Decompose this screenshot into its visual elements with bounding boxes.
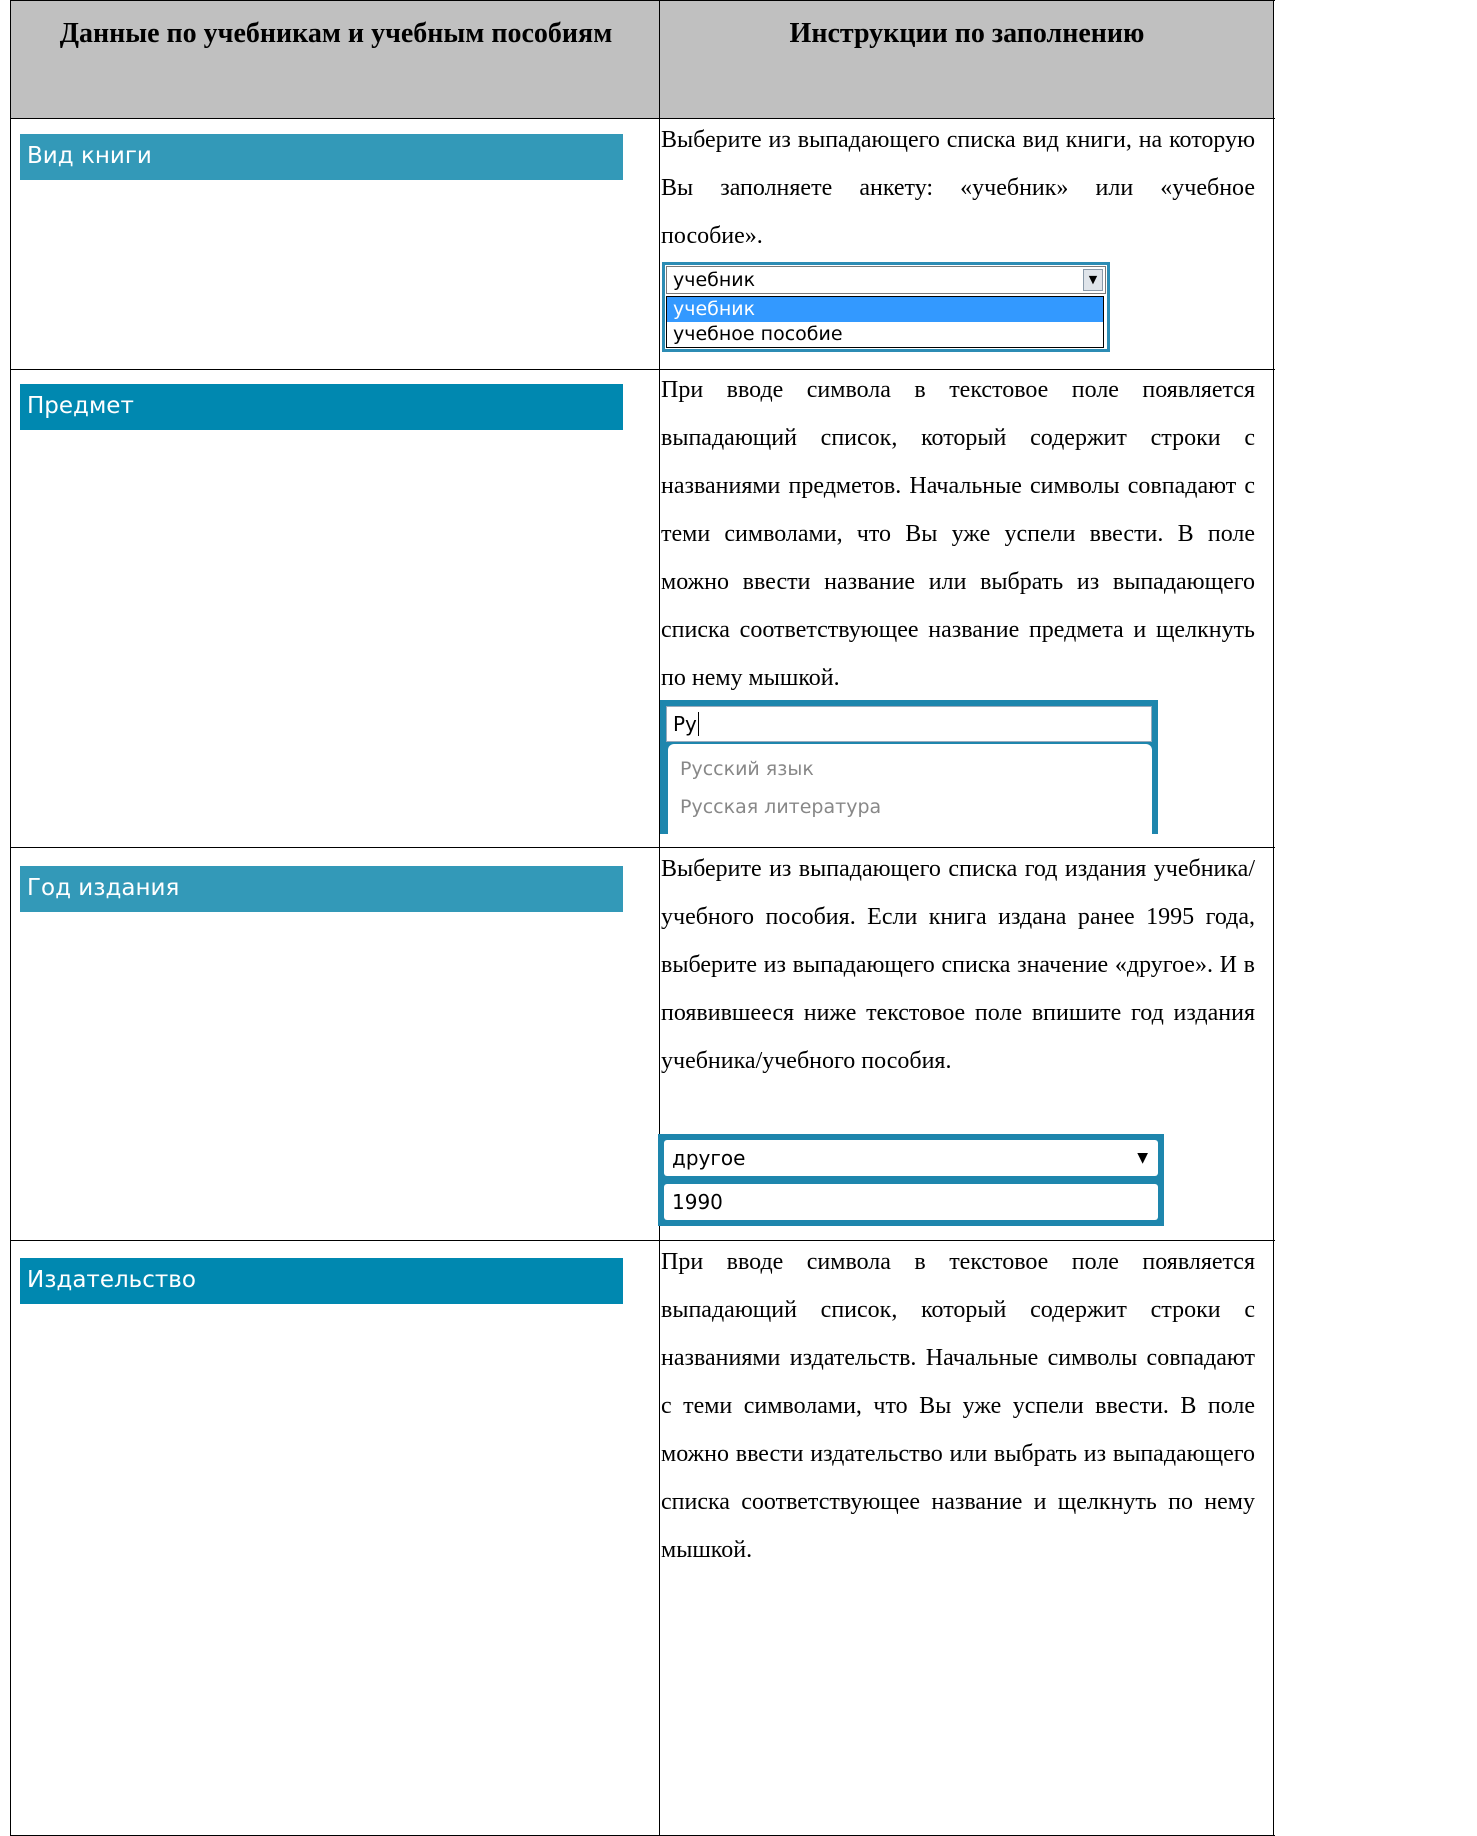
instruction-subject: При вводе символа в текстовое поле появл… [661, 377, 1255, 691]
book-type-option[interactable]: учебное пособие [667, 322, 1103, 347]
year-input-value: 1990 [672, 1190, 723, 1214]
year-select-example: другое ▼ 1990 [658, 1134, 1164, 1226]
row-divider [11, 0, 1275, 1]
text-cursor [697, 712, 699, 736]
book-type-dropdown-example: учебник ▼ учебник учебное пособие [662, 262, 1110, 352]
header-instructions-column: Инструкции по заполнению [789, 18, 1145, 49]
column-divider [659, 0, 660, 1836]
field-label-subject: Предмет [20, 384, 623, 430]
field-label-publisher: Издательство [20, 1258, 623, 1304]
book-type-selected-value: учебник [673, 269, 756, 291]
instruction-book-type: Выберите из выпадающего списка вид книги… [661, 127, 1255, 249]
book-type-select[interactable]: учебник ▼ [666, 266, 1106, 294]
field-label-year: Год издания [20, 866, 623, 912]
year-select[interactable]: другое ▼ [664, 1140, 1158, 1176]
book-type-option[interactable]: учебник [667, 297, 1103, 322]
subject-autocomplete-example: Ру Русский язык Русская литература [660, 700, 1158, 834]
subject-suggestion[interactable]: Русская литература [668, 788, 1152, 826]
subject-input[interactable]: Ру [666, 706, 1152, 742]
instruction-publisher: При вводе символа в текстовое поле появл… [661, 1249, 1255, 1563]
year-input[interactable]: 1990 [664, 1184, 1158, 1220]
subject-input-value: Ру [673, 712, 697, 736]
instruction-year: Выберите из выпадающего списка год издан… [661, 856, 1255, 1074]
chevron-down-icon[interactable]: ▼ [1083, 269, 1103, 291]
field-label-book-type: Вид книги [20, 134, 623, 180]
subject-suggestion[interactable]: Русский язык [668, 750, 1152, 788]
book-type-options-list: учебник учебное пособие [666, 296, 1104, 348]
header-data-column: Данные по учебникам и учебным пособиям [59, 18, 613, 49]
year-selected-value: другое [672, 1146, 746, 1170]
caret-down-icon[interactable]: ▼ [1137, 1140, 1148, 1176]
subject-suggestions-list: Русский язык Русская литература [668, 744, 1152, 834]
